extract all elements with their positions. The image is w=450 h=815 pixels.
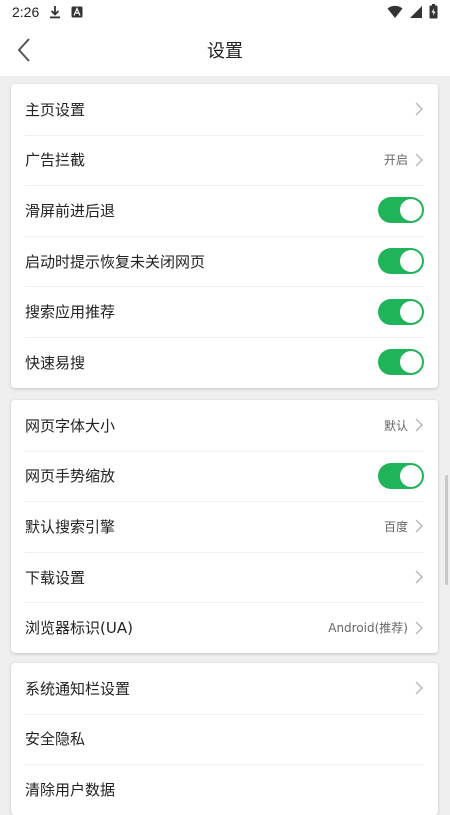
setting-gesture-zoom: 网页手势缩放 [11, 450, 438, 502]
chevron-right-icon [414, 102, 424, 116]
settings-group-general: 主页设置 广告拦截 开启 滑屏前进后退 启动时提示恢复未关闭网页 搜索应用推荐 … [11, 84, 438, 388]
scrollbar[interactable] [445, 475, 448, 585]
setting-privacy[interactable]: 安全隐私 [11, 713, 438, 765]
restore-tabs-toggle[interactable] [378, 248, 424, 275]
setting-label: 安全隐私 [25, 730, 86, 749]
status-time: 2:26 [12, 4, 40, 20]
gesture-zoom-toggle[interactable] [378, 462, 424, 489]
back-button[interactable] [8, 34, 40, 66]
setting-homepage[interactable]: 主页设置 [11, 84, 438, 135]
toggle-knob [400, 199, 422, 222]
toggle-knob [400, 250, 422, 273]
swipe-navigation-toggle[interactable] [378, 197, 424, 224]
setting-label: 网页字体大小 [25, 416, 116, 435]
setting-label: 滑屏前进后退 [25, 201, 116, 220]
setting-label: 清除用户数据 [25, 780, 116, 799]
toggle-knob [400, 300, 422, 323]
settings-group-system: 系统通知栏设置 安全隐私 清除用户数据 [11, 663, 438, 815]
setting-clear-data[interactable]: 清除用户数据 [11, 764, 438, 815]
setting-value: 开启 [383, 153, 408, 168]
app-notification-icon [71, 6, 83, 18]
toggle-knob [400, 464, 422, 487]
chevron-right-icon [414, 519, 424, 533]
chevron-right-icon [414, 570, 424, 584]
setting-label: 浏览器标识(UA) [25, 619, 133, 638]
setting-label: 网页手势缩放 [25, 467, 116, 486]
setting-value: Android(推荐) [328, 621, 408, 636]
battery-icon [429, 4, 438, 23]
setting-default-search-engine[interactable]: 默认搜索引擎 百度 [11, 501, 438, 552]
chevron-right-icon [414, 153, 424, 167]
quick-search-toggle[interactable] [378, 349, 424, 376]
setting-value: 默认 [383, 418, 408, 433]
setting-label: 搜索应用推荐 [25, 303, 116, 322]
back-arrow-icon [17, 38, 30, 62]
chevron-right-icon [414, 681, 424, 695]
setting-user-agent[interactable]: 浏览器标识(UA) Android(推荐) [11, 602, 438, 653]
setting-value: 百度 [383, 519, 408, 534]
setting-label: 系统通知栏设置 [25, 679, 131, 698]
setting-label: 下载设置 [25, 568, 86, 587]
search-app-recommend-toggle[interactable] [378, 298, 424, 325]
setting-swipe-navigation: 滑屏前进后退 [11, 185, 438, 236]
app-bar: 设置 [0, 24, 450, 76]
chevron-right-icon [414, 418, 424, 432]
setting-label: 启动时提示恢复未关闭网页 [25, 252, 206, 271]
status-bar: 2:26 [0, 0, 450, 24]
download-icon [49, 5, 61, 19]
setting-ad-block[interactable]: 广告拦截 开启 [11, 134, 438, 186]
wifi-icon [387, 5, 403, 23]
setting-restore-tabs-prompt: 启动时提示恢复未关闭网页 [11, 235, 438, 287]
signal-icon [409, 5, 423, 23]
setting-label: 广告拦截 [25, 151, 86, 170]
chevron-right-icon [414, 621, 424, 635]
settings-group-webpage: 网页字体大小 默认 网页手势缩放 默认搜索引擎 百度 下载设置 浏览器标识(UA… [11, 400, 438, 653]
setting-download[interactable]: 下载设置 [11, 551, 438, 603]
setting-label: 主页设置 [25, 100, 86, 119]
setting-quick-search: 快速易搜 [11, 336, 438, 388]
setting-font-size[interactable]: 网页字体大小 默认 [11, 400, 438, 451]
setting-notification-bar[interactable]: 系统通知栏设置 [11, 663, 438, 714]
setting-search-app-recommend: 搜索应用推荐 [11, 286, 438, 337]
setting-label: 默认搜索引擎 [25, 517, 116, 536]
setting-label: 快速易搜 [25, 353, 86, 372]
page-title: 设置 [207, 41, 243, 62]
toggle-knob [400, 351, 422, 374]
